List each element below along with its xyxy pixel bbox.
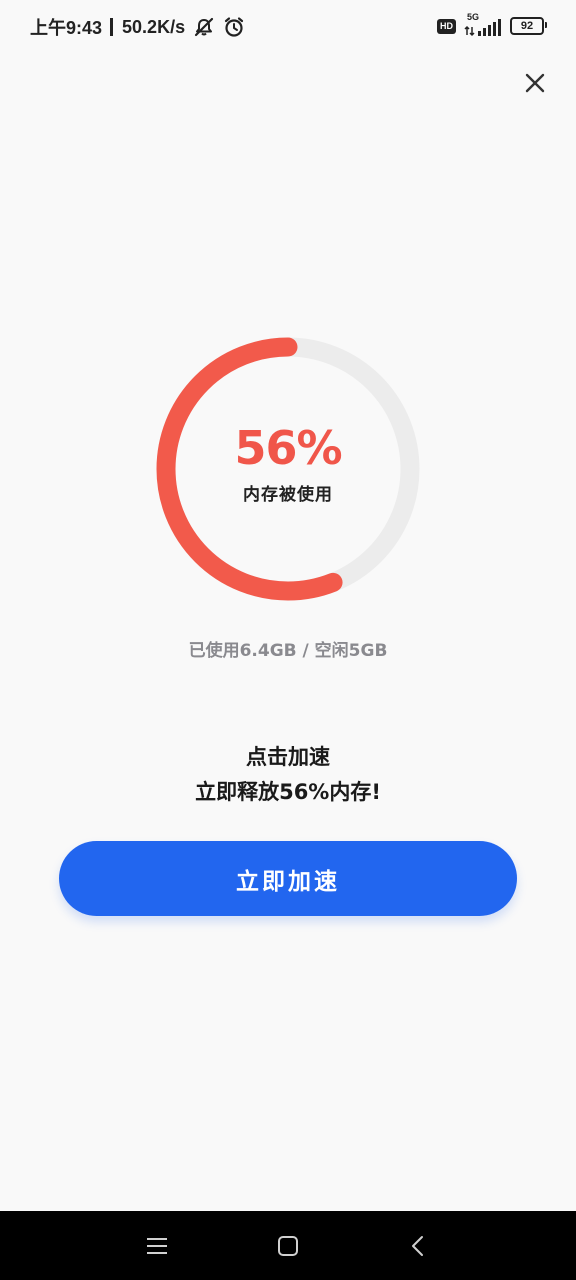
home-button[interactable]	[273, 1231, 303, 1261]
gauge-center: 56% 内存被使用	[156, 337, 420, 601]
back-button[interactable]	[403, 1231, 433, 1261]
recent-apps-button[interactable]	[142, 1231, 172, 1261]
hd-badge: HD	[437, 18, 456, 34]
back-icon	[412, 1236, 423, 1256]
memory-usage-text: 已使用6.4GB / 空闲5GB	[188, 641, 388, 661]
gauge-percent: 56%	[234, 420, 342, 475]
gauge-label: 内存被使用	[243, 484, 333, 505]
alarm-icon	[223, 16, 245, 38]
status-bar: 上午9:43 50.2K/s HD 5G 92	[0, 0, 576, 56]
status-left: 上午9:43 50.2K/s	[30, 14, 245, 40]
signal-icon: 5G	[464, 12, 502, 37]
close-icon	[525, 73, 545, 93]
home-icon	[278, 1236, 298, 1256]
close-button[interactable]	[518, 66, 552, 100]
menu-icon	[147, 1238, 167, 1254]
status-right: HD 5G 92	[437, 12, 547, 37]
promo-line-2: 立即释放56%内存!	[195, 780, 381, 804]
promo-line-1: 点击加速	[246, 745, 330, 769]
status-time: 上午9:43	[30, 18, 103, 38]
mute-icon	[193, 17, 215, 37]
promo-text: 点击加速 立即释放56%内存!	[0, 740, 576, 810]
status-separator	[110, 18, 114, 36]
status-net-speed: 50.2K/s	[122, 16, 186, 37]
battery-icon: 92	[510, 17, 547, 35]
navigation-bar	[0, 1211, 576, 1280]
memory-gauge: 56% 内存被使用	[156, 337, 420, 601]
battery-level: 92	[520, 20, 534, 32]
boost-button[interactable]: 立即加速	[59, 841, 517, 916]
